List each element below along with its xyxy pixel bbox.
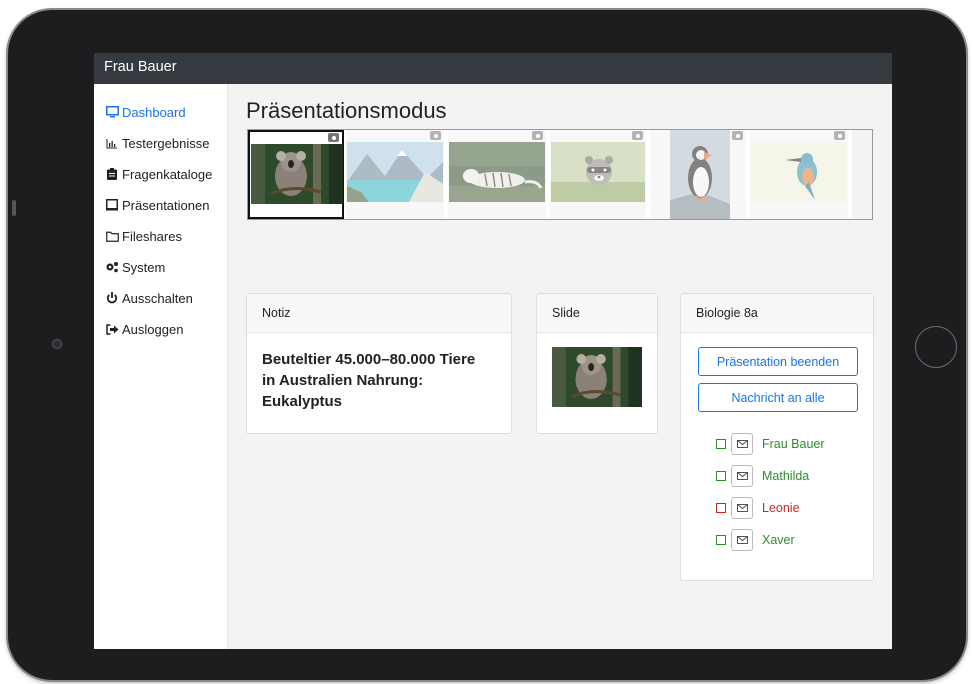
sidebar-item-label: Präsentationen: [122, 197, 210, 213]
slide-card-header: Slide: [537, 294, 657, 333]
slide-image: [251, 144, 343, 204]
slide-thumbnail-tiger[interactable]: [448, 130, 546, 219]
sidebar-item-label: System: [122, 259, 166, 275]
slide-strip[interactable]: [247, 129, 873, 220]
side-button: [12, 200, 16, 216]
sidebar-item-label: Ausschalten: [122, 290, 193, 306]
envelope-icon: [736, 440, 748, 448]
student-message-button[interactable]: [731, 497, 753, 519]
message-all-button[interactable]: Nachricht an alle: [698, 383, 858, 412]
class-card-header: Biologie 8a: [681, 294, 873, 333]
sidebar-item-system[interactable]: System: [105, 257, 165, 277]
sidebar-item-testergebnisse[interactable]: Testergebnisse: [105, 133, 209, 153]
app-screen: Frau Bauer Dashboard Testergebnisse Frag…: [94, 53, 892, 649]
class-card: Biologie 8a Präsentation beenden Nachric…: [680, 293, 874, 581]
slide-thumbnail-koala[interactable]: [248, 130, 344, 219]
sidebar-item-ausloggen[interactable]: Ausloggen: [105, 319, 183, 339]
clipboard-icon: [105, 167, 119, 181]
sidebar-item-label: Fragenkataloge: [122, 166, 213, 182]
sidebar-item-fileshares[interactable]: Fileshares: [105, 226, 182, 246]
slide-card: Slide: [536, 293, 658, 434]
student-checkbox[interactable]: [716, 535, 726, 545]
note-card: Notiz Beuteltier 45.000–80.000 Tiere in …: [246, 293, 512, 434]
slide-image: [551, 142, 645, 202]
student-checkbox[interactable]: [716, 503, 726, 513]
slide-thumbnail-kingfisher[interactable]: [750, 130, 848, 219]
envelope-icon: [736, 472, 748, 480]
student-name: Xaver: [762, 533, 795, 547]
student-name: Mathilda: [762, 469, 810, 483]
camera-icon: [834, 131, 845, 140]
student-checkbox[interactable]: [716, 471, 726, 481]
student-row: Mathilda: [716, 465, 809, 487]
student-row: Xaver: [716, 529, 795, 551]
note-card-header: Notiz: [247, 294, 511, 333]
sidebar-item-dashboard[interactable]: Dashboard: [105, 102, 186, 122]
student-name: Leonie: [762, 501, 800, 515]
camera-icon: [532, 131, 543, 140]
camera-icon: [632, 131, 643, 140]
slide-thumbnail-raccoon[interactable]: [550, 130, 646, 219]
sidebar-item-fragenkataloge[interactable]: Fragenkataloge: [105, 164, 212, 184]
sidebar-item-praesentationen[interactable]: Präsentationen: [105, 195, 209, 215]
sign-out-icon: [105, 322, 119, 336]
student-checkbox[interactable]: [716, 439, 726, 449]
main-content: Präsentationsmodus Notiz Beuteltier 45.0…: [227, 84, 892, 649]
sidebar-item-label: Ausloggen: [122, 321, 184, 337]
current-slide-preview: [552, 347, 642, 407]
top-navbar: Frau Bauer: [94, 53, 892, 84]
sidebar-item-ausschalten[interactable]: Ausschalten: [105, 288, 193, 308]
student-message-button[interactable]: [731, 529, 753, 551]
page-title: Präsentationsmodus: [246, 98, 447, 123]
student-message-button[interactable]: [731, 433, 753, 455]
student-row: Leonie: [716, 497, 800, 519]
student-message-button[interactable]: [731, 465, 753, 487]
student-row: Frau Bauer: [716, 433, 825, 455]
home-button[interactable]: [915, 326, 957, 368]
bar-chart-icon: [105, 136, 119, 150]
camera-icon: [430, 131, 441, 140]
student-name: Frau Bauer: [762, 437, 825, 451]
monitor-icon: [105, 105, 119, 119]
slide-thumbnail-partial: [852, 130, 872, 219]
gears-icon: [105, 260, 119, 274]
note-text: Beuteltier 45.000–80.000 Tiere in Austra…: [262, 351, 476, 410]
slide-image: [670, 130, 730, 219]
end-presentation-button[interactable]: Präsentation beenden: [698, 347, 858, 376]
front-camera: [52, 339, 62, 349]
user-name: Frau Bauer: [104, 59, 177, 75]
slide-thumbnail-lake[interactable]: [346, 130, 444, 219]
camera-icon: [328, 133, 339, 142]
slide-thumbnail-puffin[interactable]: [650, 130, 746, 219]
sidebar: Dashboard Testergebnisse Fragenkataloge …: [94, 84, 228, 649]
square-icon: [105, 198, 119, 212]
slide-image: [347, 142, 443, 202]
slide-image: [751, 142, 847, 202]
envelope-icon: [736, 504, 748, 512]
camera-icon: [732, 131, 743, 140]
sidebar-item-label: Dashboard: [122, 104, 186, 120]
slide-image: [449, 142, 545, 202]
sidebar-item-label: Testergebnisse: [122, 135, 210, 151]
folder-icon: [105, 229, 119, 243]
power-icon: [105, 291, 119, 305]
envelope-icon: [736, 536, 748, 544]
sidebar-item-label: Fileshares: [122, 228, 182, 244]
